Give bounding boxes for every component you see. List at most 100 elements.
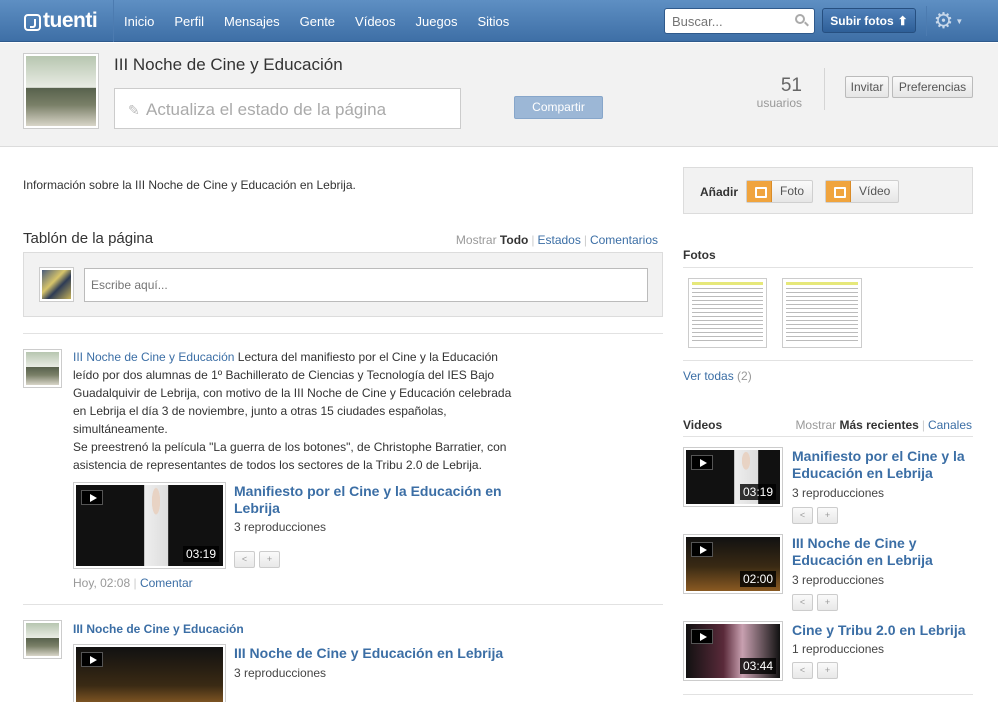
search-icon[interactable] bbox=[795, 14, 805, 24]
post-author-link[interactable]: III Noche de Cine y Educación bbox=[73, 622, 244, 636]
play-icon bbox=[81, 652, 103, 667]
video-title-link[interactable]: III Noche de Cine y Educación en Lebrija bbox=[234, 645, 503, 662]
page-title: III Noche de Cine y Educación bbox=[114, 55, 343, 74]
post-body: III Noche de Cine y Educación Lectura de… bbox=[73, 348, 543, 474]
share-icon[interactable]: < bbox=[792, 662, 813, 679]
film-icon bbox=[826, 181, 851, 202]
filter-all[interactable]: Todo bbox=[500, 233, 528, 247]
play-icon bbox=[691, 455, 713, 470]
search-input[interactable] bbox=[665, 9, 785, 33]
pencil-icon: ✎ bbox=[128, 102, 140, 118]
status-input[interactable]: ✎ Actualiza el estado de la página bbox=[114, 88, 461, 129]
post-author-link[interactable]: III Noche de Cine y Educación bbox=[73, 350, 234, 364]
nav-gente[interactable]: Gente bbox=[290, 14, 345, 29]
divider bbox=[683, 694, 973, 695]
composer-avatar bbox=[39, 267, 74, 302]
post-text-line: asistencia de representantes de todos lo… bbox=[73, 458, 482, 472]
video-views: 3 reproducciones bbox=[792, 486, 885, 500]
share-icon[interactable]: < bbox=[792, 594, 813, 611]
wall-title: Tablón de la página bbox=[23, 230, 154, 247]
post-meta: Hoy, 02:08 | Comentar bbox=[73, 576, 193, 590]
preferences-button[interactable]: Preferencias bbox=[892, 76, 973, 98]
settings-menu[interactable]: ⚙ ▼ bbox=[926, 6, 970, 36]
video-views: 1 reproducciones bbox=[792, 642, 885, 656]
video-views: 3 reproducciones bbox=[234, 666, 327, 680]
invite-button[interactable]: Invitar bbox=[845, 76, 889, 98]
post-time: Hoy, 02:08 bbox=[73, 576, 131, 590]
add-icon[interactable]: + bbox=[817, 662, 838, 679]
video-title-link[interactable]: Manifiesto por el Cine y la Educación en… bbox=[234, 483, 524, 517]
wall-header: Tablón de la página Mostrar Todo | Estados… bbox=[23, 228, 663, 250]
tuenti-logo-icon bbox=[24, 13, 41, 31]
video-thumbnail[interactable]: 03:44 bbox=[683, 621, 783, 681]
divider bbox=[683, 360, 973, 361]
wall-composer bbox=[23, 252, 663, 317]
photo-thumbnail[interactable] bbox=[688, 278, 767, 348]
video-thumbnail[interactable]: 03:19 bbox=[73, 482, 226, 569]
video-duration: 02:00 bbox=[739, 571, 776, 587]
add-icon[interactable]: + bbox=[817, 594, 838, 611]
wall-post-input[interactable] bbox=[84, 268, 648, 302]
add-icon[interactable]: + bbox=[817, 507, 838, 524]
share-icon[interactable]: < bbox=[234, 551, 255, 568]
video-duration: 03:44 bbox=[739, 658, 776, 674]
see-all-link[interactable]: Ver todas bbox=[683, 369, 734, 383]
share-button[interactable]: Compartir bbox=[514, 96, 603, 119]
nav-juegos[interactable]: Juegos bbox=[406, 14, 468, 29]
divider bbox=[23, 333, 663, 334]
videos-filter: Mostrar Más recientes | Canales bbox=[795, 418, 972, 432]
add-icon[interactable]: + bbox=[259, 551, 280, 568]
nav-mensajes[interactable]: Mensajes bbox=[214, 14, 290, 29]
nav-sitios[interactable]: Sitios bbox=[467, 14, 519, 29]
video-thumbnail[interactable]: 03:19 bbox=[683, 447, 783, 507]
post-author-avatar[interactable] bbox=[23, 620, 62, 659]
main-nav: Inicio Perfil Mensajes Gente Vídeos Jueg… bbox=[113, 0, 519, 42]
upload-arrow-icon: ⬆ bbox=[897, 13, 908, 28]
user-count-number: 51 bbox=[780, 75, 802, 96]
video-title-link[interactable]: III Noche de Cine y Educación en Lebrija bbox=[792, 535, 933, 569]
video-title-link[interactable]: Cine y Tribu 2.0 en Lebrija bbox=[792, 622, 966, 639]
play-icon bbox=[691, 542, 713, 557]
page-avatar[interactable] bbox=[23, 53, 99, 129]
nav-videos[interactable]: Vídeos bbox=[345, 14, 405, 29]
see-all-photos: Ver todas (2) bbox=[683, 369, 752, 383]
divider bbox=[683, 436, 973, 437]
add-video-button[interactable]: Vídeo bbox=[825, 180, 899, 203]
post-text-line: en Lebrija el día 3 de noviembre, junto … bbox=[73, 404, 447, 418]
wall-filter: Mostrar Todo | Estados | Comentarios bbox=[455, 233, 658, 247]
videos-title: Videos bbox=[683, 418, 723, 432]
video-title-link[interactable]: Manifiesto por el Cine y la Educación en … bbox=[792, 448, 965, 482]
divider bbox=[824, 68, 825, 110]
add-label: Añadir bbox=[700, 185, 739, 199]
nav-perfil[interactable]: Perfil bbox=[164, 14, 214, 29]
videos-filter-recent[interactable]: Más recientes bbox=[839, 418, 918, 432]
search-box bbox=[664, 8, 815, 34]
top-navigation-bar: tuenti Inicio Perfil Mensajes Gente Víde… bbox=[0, 0, 998, 42]
user-count: 51 usuarios bbox=[748, 75, 802, 110]
videos-filter-channels[interactable]: Canales bbox=[928, 418, 972, 432]
nav-inicio[interactable]: Inicio bbox=[114, 14, 164, 29]
video-thumbnail[interactable] bbox=[73, 644, 226, 702]
share-icon[interactable]: < bbox=[792, 507, 813, 524]
post-author-avatar[interactable] bbox=[23, 349, 62, 388]
tuenti-logo[interactable]: tuenti bbox=[24, 9, 98, 33]
gear-icon: ⚙ bbox=[933, 8, 954, 33]
comment-link[interactable]: Comentar bbox=[140, 576, 193, 590]
camera-icon bbox=[747, 181, 772, 202]
video-views: 3 reproducciones bbox=[792, 573, 885, 587]
filter-states[interactable]: Estados bbox=[537, 233, 580, 247]
video-duration: 03:19 bbox=[182, 546, 219, 562]
video-thumbnail[interactable]: 02:00 bbox=[683, 534, 783, 594]
filter-comments[interactable]: Comentarios bbox=[590, 233, 658, 247]
post-text-line: Lectura del manifiesto por el Cine y la … bbox=[237, 350, 498, 364]
play-icon bbox=[691, 629, 713, 644]
upload-photos-button[interactable]: Subir fotos ⬆ bbox=[822, 8, 916, 33]
add-content-box: Añadir Foto Vídeo bbox=[683, 167, 973, 214]
photo-thumbnail[interactable] bbox=[782, 278, 862, 348]
photo-count: (2) bbox=[737, 369, 752, 383]
post-text-line: Guadalquivir de Lebrija, con motivo de l… bbox=[73, 386, 512, 400]
divider bbox=[683, 267, 973, 268]
add-photo-button[interactable]: Foto bbox=[746, 180, 813, 203]
page-info-text: Información sobre la III Noche de Cine y… bbox=[23, 178, 356, 192]
status-placeholder: Actualiza el estado de la página bbox=[146, 100, 387, 119]
